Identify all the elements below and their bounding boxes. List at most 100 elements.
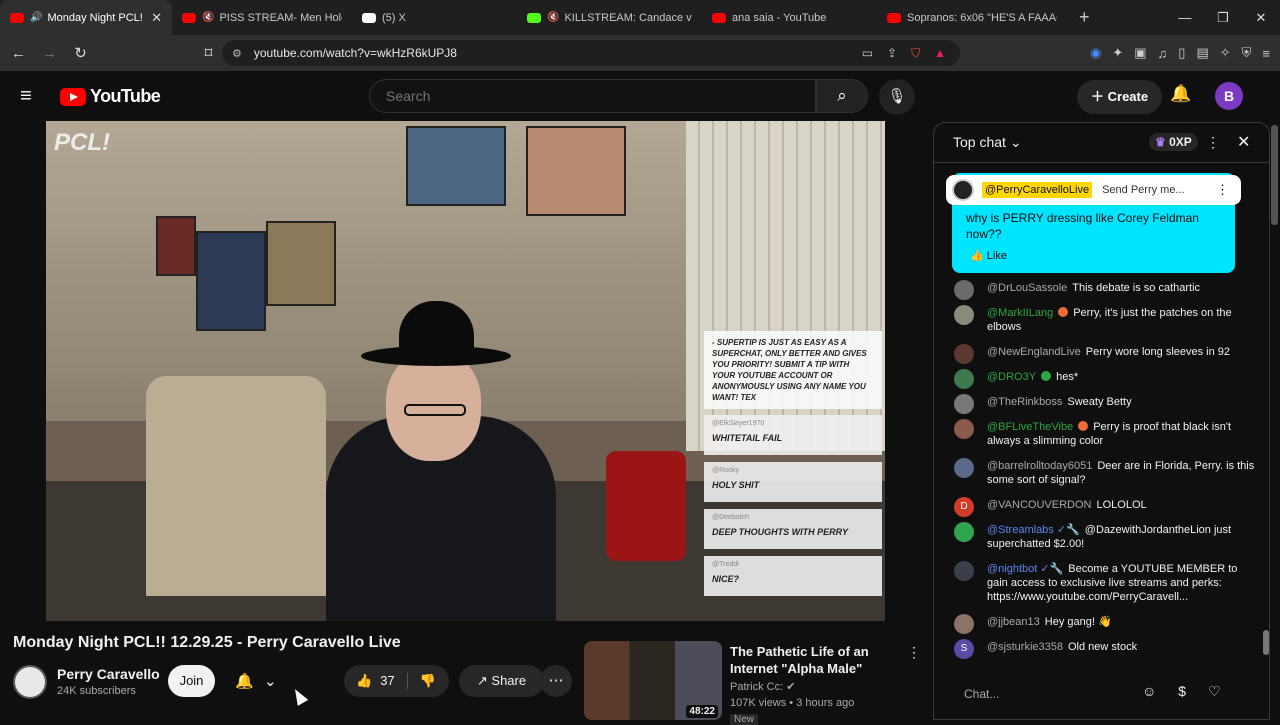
reload-icon[interactable]: ↻	[68, 44, 93, 62]
channel-avatar[interactable]	[13, 665, 47, 699]
chat-username[interactable]: @DRO3Y	[987, 371, 1036, 383]
chat-username[interactable]: @MarkIILang	[987, 307, 1053, 319]
channel-name[interactable]: Perry Caravello	[57, 666, 160, 682]
emoji-icon[interactable]: ☺	[1142, 683, 1156, 700]
back-icon[interactable]: ←	[6, 45, 31, 62]
chat-message[interactable]: @BFLiveTheVibe Perry is proof that black …	[952, 419, 1257, 448]
rewards-icon[interactable]: ▲	[934, 46, 946, 61]
wallet-icon[interactable]: ▤	[1196, 45, 1208, 61]
chat-username[interactable]: @sjsturkie3358	[987, 641, 1063, 653]
chat-username[interactable]: @Streamlabs ✓🔧	[987, 524, 1080, 536]
brave-shield-icon[interactable]: ⛉	[911, 46, 920, 61]
chat-message[interactable]: @DRO3Y hes*	[952, 369, 1257, 389]
media-icon[interactable]: ♫	[1158, 46, 1168, 61]
browser-tab[interactable]: 🔇 PISS STREAM- Men Holding	[172, 0, 352, 35]
chat-username[interactable]: @nightbot ✓🔧	[987, 563, 1063, 575]
chat-message[interactable]: @Streamlabs ✓🔧 @DazewithJordantheLion jus…	[952, 522, 1257, 551]
cast-icon[interactable]: ▭	[862, 46, 873, 61]
browser-tab[interactable]: Sopranos: 6x06 "HE'S A FAAAG"	[877, 0, 1067, 35]
search-icon[interactable]: ⌕	[816, 79, 868, 113]
chat-avatar[interactable]	[954, 344, 974, 364]
share-button[interactable]: ↗ Share	[459, 665, 544, 697]
chat-avatar[interactable]: D	[954, 497, 974, 517]
screenshot-icon[interactable]: ▣	[1134, 45, 1146, 61]
chat-message[interactable]: @NewEnglandLive Perry wore long sleeves i…	[952, 344, 1257, 364]
chat-avatar[interactable]	[954, 458, 974, 478]
super-chat-icon[interactable]: $	[1178, 683, 1186, 700]
chat-username[interactable]: @barrelrolltoday6051	[987, 460, 1092, 472]
chat-username[interactable]: @jjbean13	[987, 616, 1040, 628]
voice-search-icon[interactable]: 🎙	[879, 79, 915, 115]
url-field[interactable]: ⚙ youtube.com/watch?v=wkHzR6kUPJ8 ▭ ⇪ ⛉ …	[222, 40, 960, 66]
minimize-icon[interactable]: —	[1166, 10, 1204, 25]
chat-avatar[interactable]	[954, 305, 974, 325]
chat-message[interactable]: @DrLouSassole This debate is so cathartic	[952, 280, 1257, 300]
close-chat-icon[interactable]: ✕	[1237, 132, 1250, 152]
chat-menu-icon[interactable]: ⋮	[1206, 134, 1220, 151]
tab-audio-icon[interactable]: 🔊	[30, 12, 42, 23]
chat-avatar[interactable]: S	[954, 639, 974, 659]
chat-message[interactable]: @TheRinkboss Sweaty Betty	[952, 394, 1257, 414]
chat-avatar[interactable]	[954, 280, 974, 300]
chat-username[interactable]: @NewEnglandLive	[987, 346, 1081, 358]
join-button[interactable]: Join	[168, 665, 215, 697]
youtube-logo[interactable]: YouTube	[60, 86, 161, 107]
chat-avatar[interactable]	[954, 561, 974, 581]
tab-audio-icon[interactable]: 🔇	[547, 12, 559, 23]
chat-avatar[interactable]	[954, 522, 974, 542]
heart-icon[interactable]: ♡	[1208, 683, 1221, 700]
chat-input[interactable]: Chat...	[952, 682, 1142, 706]
new-tab-icon[interactable]: +	[1067, 7, 1102, 28]
browser-tab[interactable]: ana saia - YouTube	[702, 0, 877, 35]
more-actions-button[interactable]: ⋯	[540, 665, 572, 697]
browser-tab[interactable]: (5) X	[352, 0, 517, 35]
page-scrollbar[interactable]	[1271, 125, 1278, 225]
vpn-icon[interactable]: ⛨	[1242, 45, 1252, 61]
chat-message[interactable]: @barrelrolltoday6051 Deer are in Florida,…	[952, 458, 1257, 487]
extension-globe-icon[interactable]: ◉	[1090, 45, 1101, 61]
pinned-menu-icon[interactable]: ⋮	[1216, 182, 1229, 198]
hamburger-menu-icon[interactable]: ≡	[20, 85, 32, 108]
create-button[interactable]: ＋ Create	[1077, 80, 1163, 114]
close-window-icon[interactable]: ✕	[1242, 10, 1280, 26]
chat-username[interactable]: @BFLiveTheVibe	[987, 421, 1073, 433]
notifications-icon[interactable]: 🔔	[1170, 84, 1191, 104]
recommended-menu-icon[interactable]: ⋮	[907, 644, 921, 661]
chat-username[interactable]: @DrLouSassole	[987, 282, 1067, 294]
forward-icon[interactable]: →	[37, 45, 62, 62]
top-chat-dropdown[interactable]: Top chat ⌄	[953, 134, 1022, 151]
recommended-thumbnail[interactable]: 48:22	[584, 641, 722, 720]
close-tab-icon[interactable]: ✕	[143, 10, 162, 26]
chat-username[interactable]: @TheRinkboss	[987, 396, 1062, 408]
share-page-icon[interactable]: ⇪	[887, 46, 897, 61]
account-avatar[interactable]: B	[1215, 82, 1243, 110]
video-player[interactable]: PCL! - Supertip is just as easy as a sup…	[46, 121, 885, 621]
recommended-title[interactable]: The Pathetic Life of an Internet "Alpha …	[730, 643, 905, 677]
chat-username[interactable]: @VANCOUVERDON	[987, 499, 1091, 511]
chat-message[interactable]: @MarkIILang Perry, it's just the patches …	[952, 305, 1257, 334]
tab-audio-icon[interactable]: 🔇	[202, 12, 214, 23]
pinned-like-button[interactable]: 👍 Like	[970, 249, 1007, 262]
maximize-icon[interactable]: ❐	[1204, 10, 1242, 26]
sidebar-icon[interactable]: ▯	[1178, 45, 1185, 61]
chat-message[interactable]: S @sjsturkie3358 Old new stock	[952, 639, 1257, 659]
leo-ai-icon[interactable]: ✧	[1220, 45, 1231, 61]
subscription-bell-button[interactable]: 🔔 ⌄	[226, 665, 286, 697]
browser-tab[interactable]: 🔇 KILLSTREAM: Candace vs Al	[517, 0, 702, 35]
xp-badge[interactable]: ♛ 0XP	[1149, 133, 1198, 151]
extensions-puzzle-icon[interactable]: ✦	[1112, 45, 1123, 61]
recommended-channel[interactable]: Patrick Cc: ✔	[730, 680, 795, 693]
chat-message[interactable]: @jjbean13 Hey gang! 👋	[952, 614, 1257, 634]
chat-avatar[interactable]	[954, 419, 974, 439]
chat-message[interactable]: D @VANCOUVERDON LOLOLOL	[952, 497, 1257, 517]
pinned-user[interactable]: @PerryCaravelloLive	[982, 182, 1093, 198]
browser-tab[interactable]: 🔊 Monday Night PCL!! 12.2✕	[0, 0, 172, 35]
like-button[interactable]: 👍 37	[344, 673, 408, 689]
chat-avatar[interactable]	[954, 369, 974, 389]
chat-avatar[interactable]	[954, 614, 974, 634]
chat-avatar[interactable]	[954, 394, 974, 414]
site-settings-icon[interactable]: ⚙	[232, 47, 242, 60]
chat-message[interactable]: @nightbot ✓🔧 Become a YOUTUBE MEMBER to g…	[952, 561, 1257, 604]
dislike-button[interactable]: 👎	[408, 673, 436, 689]
menu-icon[interactable]: ≡	[1262, 46, 1270, 61]
